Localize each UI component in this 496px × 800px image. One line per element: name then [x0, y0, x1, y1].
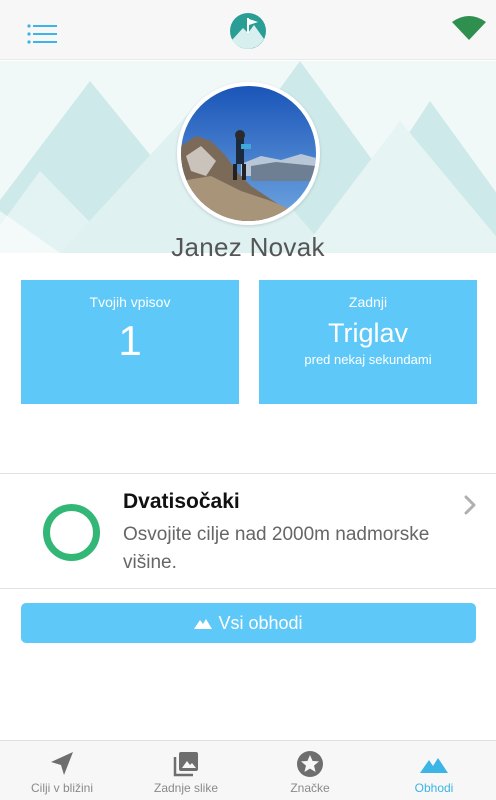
nav-item-challenges[interactable]: Obhodi: [372, 741, 496, 800]
entries-count: 1: [118, 317, 142, 364]
last-peak-name: Triglav: [327, 318, 408, 348]
wifi-signal-icon: [452, 16, 486, 40]
navigation-arrow-icon: [51, 752, 73, 775]
top-app-bar: [0, 0, 496, 60]
profile-name: Janez Novak: [171, 232, 325, 262]
nav-item-photos[interactable]: Zadnje slike: [124, 741, 248, 800]
challenge-list-item[interactable]: Dvatisočaki Osvojite cilje nad 2000m nad…: [0, 473, 496, 589]
chevron-right-icon: [464, 495, 476, 515]
nav-label: Obhodi: [414, 781, 454, 795]
photo-gallery-icon: [173, 752, 198, 777]
avatar[interactable]: [177, 82, 320, 225]
last-peak-label: Zadnji: [348, 294, 388, 310]
entries-card: Tvojih vpisov 1: [21, 280, 239, 404]
hamburger-menu-icon[interactable]: [27, 24, 57, 44]
profile-photo: [181, 86, 316, 221]
progress-ring-icon: [43, 504, 100, 561]
star-badge-icon: [297, 751, 323, 777]
mountain-icon: [194, 619, 213, 629]
nav-label: Značke: [290, 781, 330, 795]
nav-item-badges[interactable]: Značke: [248, 741, 372, 800]
all-challenges-button[interactable]: Vsi obhodi: [21, 603, 476, 643]
challenge-description: Osvojite cilje nad 2000m nadmorske višin…: [123, 524, 430, 573]
all-challenges-label: Vsi obhodi: [218, 612, 303, 633]
last-peak-time: pred nekaj sekundami: [304, 352, 432, 367]
challenge-title: Dvatisočaki: [123, 490, 240, 513]
nav-label: Cilji v bližini: [30, 781, 93, 795]
mountain-icon: [420, 758, 448, 773]
nav-label: Zadnje slike: [153, 781, 219, 795]
nav-item-nearby[interactable]: Cilji v bližini: [0, 741, 124, 800]
bottom-navigation: Cilji v bližini Zadnje slike Značke Obho…: [0, 740, 496, 800]
last-peak-card[interactable]: Zadnji Triglav pred nekaj sekundami: [259, 280, 477, 404]
mountain-flag-logo-icon: [230, 13, 266, 49]
entries-label: Tvojih vpisov: [89, 294, 171, 310]
